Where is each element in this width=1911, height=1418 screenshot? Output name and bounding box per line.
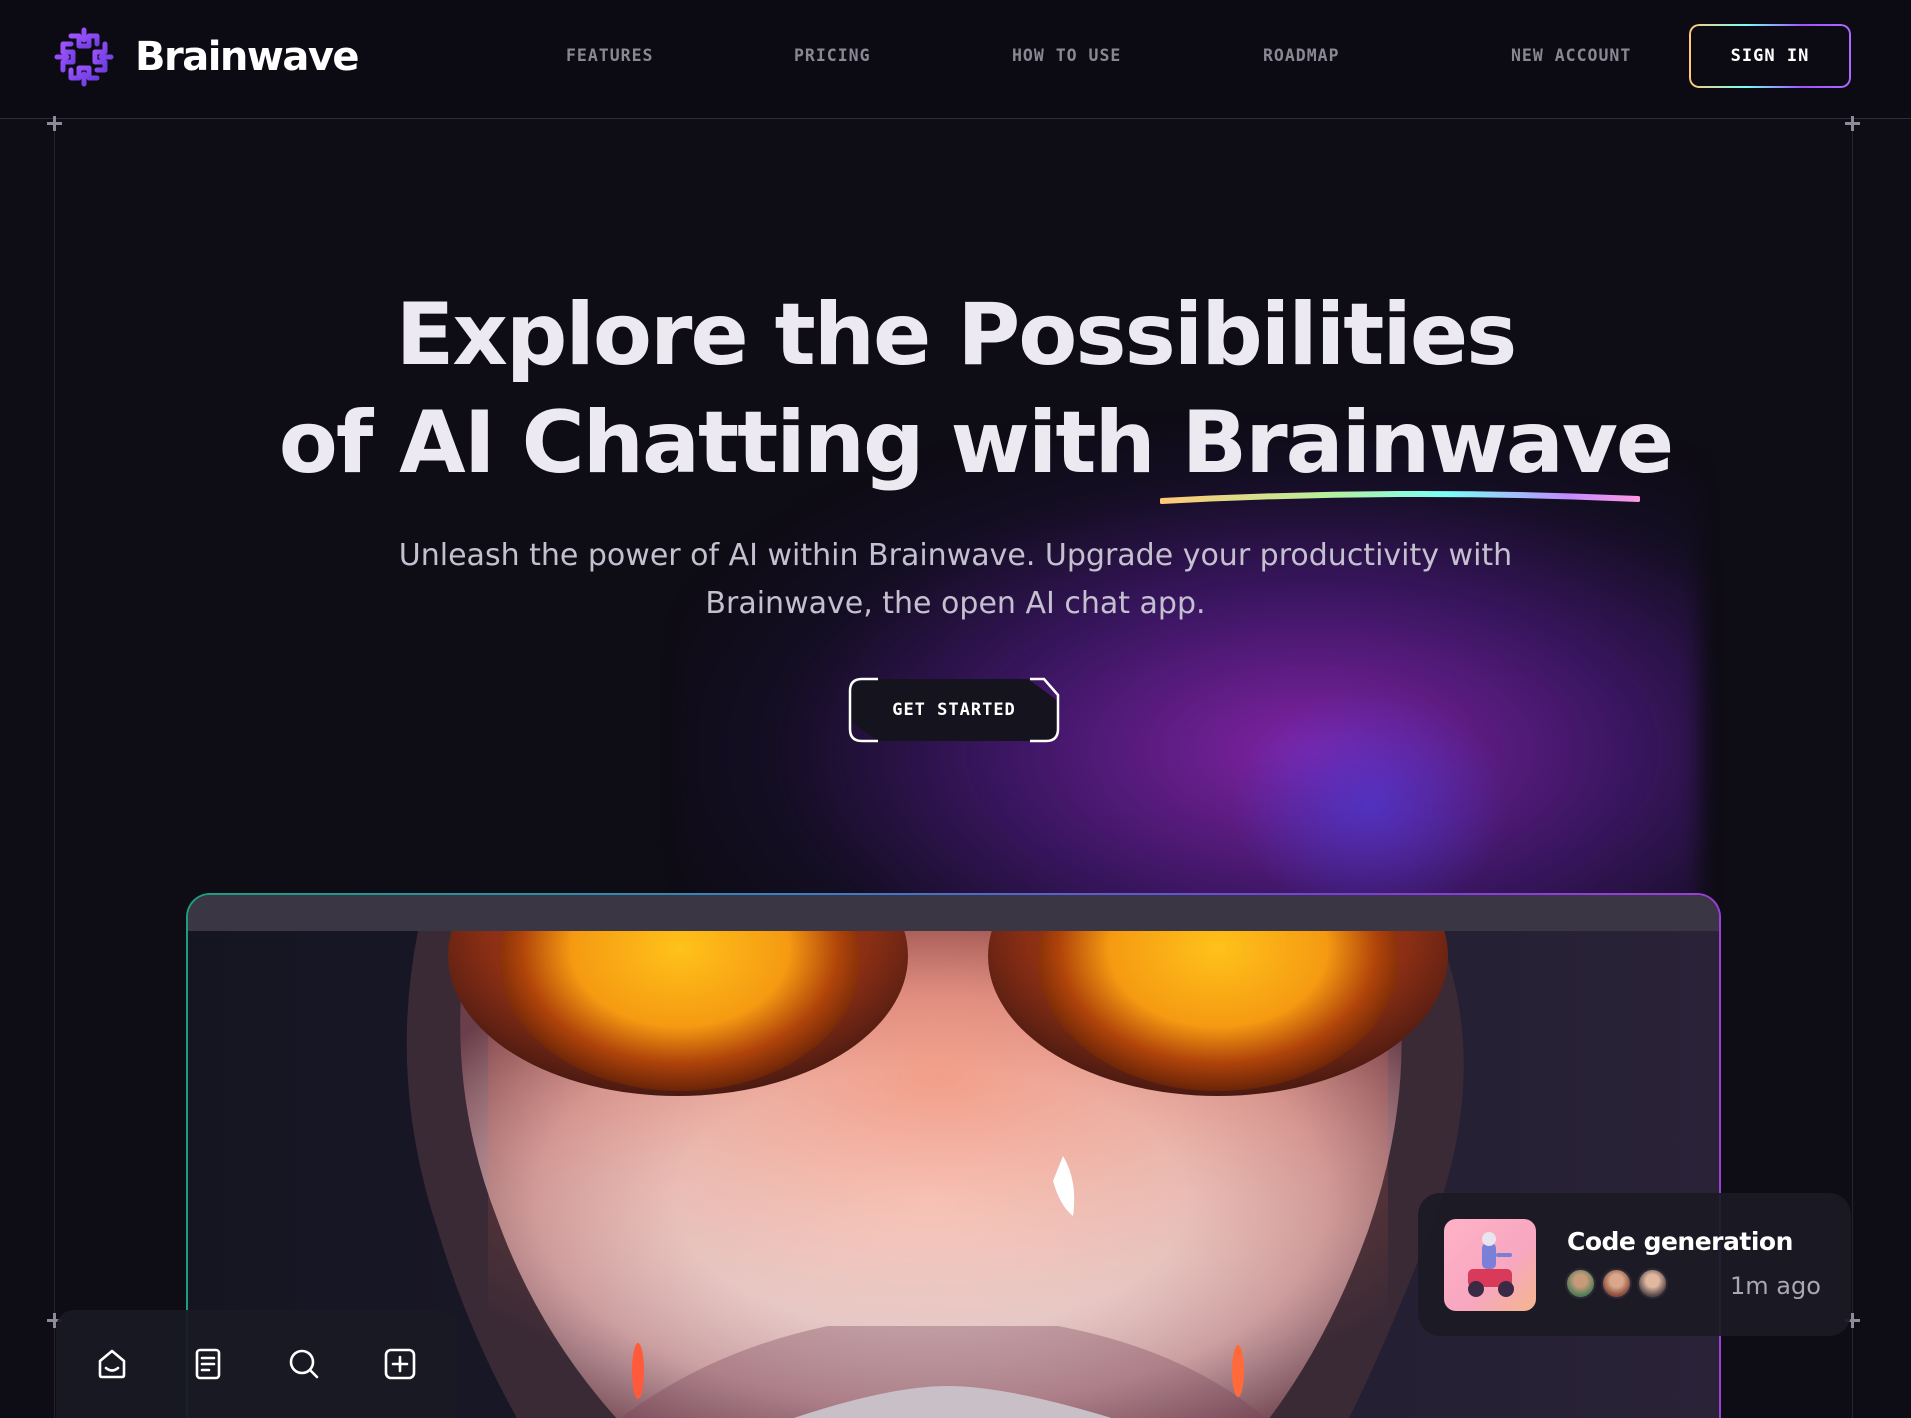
preview-top-bar [188, 895, 1719, 931]
frame-corner-plus-icon [1845, 116, 1860, 131]
get-started-label: GET STARTED [892, 700, 1016, 720]
nav-link-features[interactable]: FEATURES [566, 46, 653, 65]
hero-subtitle-line-2: Brainwave, the open AI chat app. [705, 586, 1206, 621]
notification-thumbnail [1444, 1219, 1536, 1311]
site-header: Brainwave FEATURES PRICING HOW TO USE RO… [0, 0, 1911, 119]
new-account-link[interactable]: NEW ACCOUNT [1511, 46, 1631, 65]
nav-link-pricing[interactable]: PRICING [794, 46, 871, 65]
nav-link-roadmap[interactable]: ROADMAP [1263, 46, 1340, 65]
bottom-toolbar [56, 1310, 456, 1418]
avatar [1637, 1268, 1668, 1299]
frame-corner-plus-icon [47, 116, 62, 131]
add-square-icon[interactable] [382, 1346, 418, 1382]
notification-time: 1m ago [1730, 1272, 1821, 1300]
brand-name: Brainwave [135, 34, 360, 80]
hero-title-line-1: Explore the Possibilities [395, 285, 1518, 385]
title-underline-curve [1160, 490, 1640, 504]
avatar [1601, 1268, 1632, 1299]
brand-logo-link[interactable]: Brainwave [53, 26, 360, 88]
activity-notification-card[interactable]: Code generation 1m ago [1418, 1193, 1851, 1336]
hero-glow-blue [1230, 690, 1510, 920]
get-started-button[interactable]: GET STARTED [848, 677, 1060, 743]
notification-title: Code generation [1567, 1227, 1793, 1256]
brainwave-logo-icon [54, 27, 114, 87]
hero-subtitle-line-1: Unleash the power of AI within Brainwave… [398, 538, 1513, 573]
sign-in-button[interactable]: SIGN IN [1689, 24, 1851, 88]
document-icon[interactable] [190, 1346, 226, 1382]
sign-in-label: SIGN IN [1730, 46, 1810, 66]
home-icon[interactable] [94, 1346, 130, 1382]
robot-car-illustration [1468, 1232, 1514, 1297]
search-icon[interactable] [286, 1346, 322, 1382]
avatar [1565, 1268, 1596, 1299]
hero-title-line-2: of AI Chatting with Brainwave [278, 393, 1675, 493]
nav-link-how-to-use[interactable]: HOW TO USE [1012, 46, 1121, 65]
